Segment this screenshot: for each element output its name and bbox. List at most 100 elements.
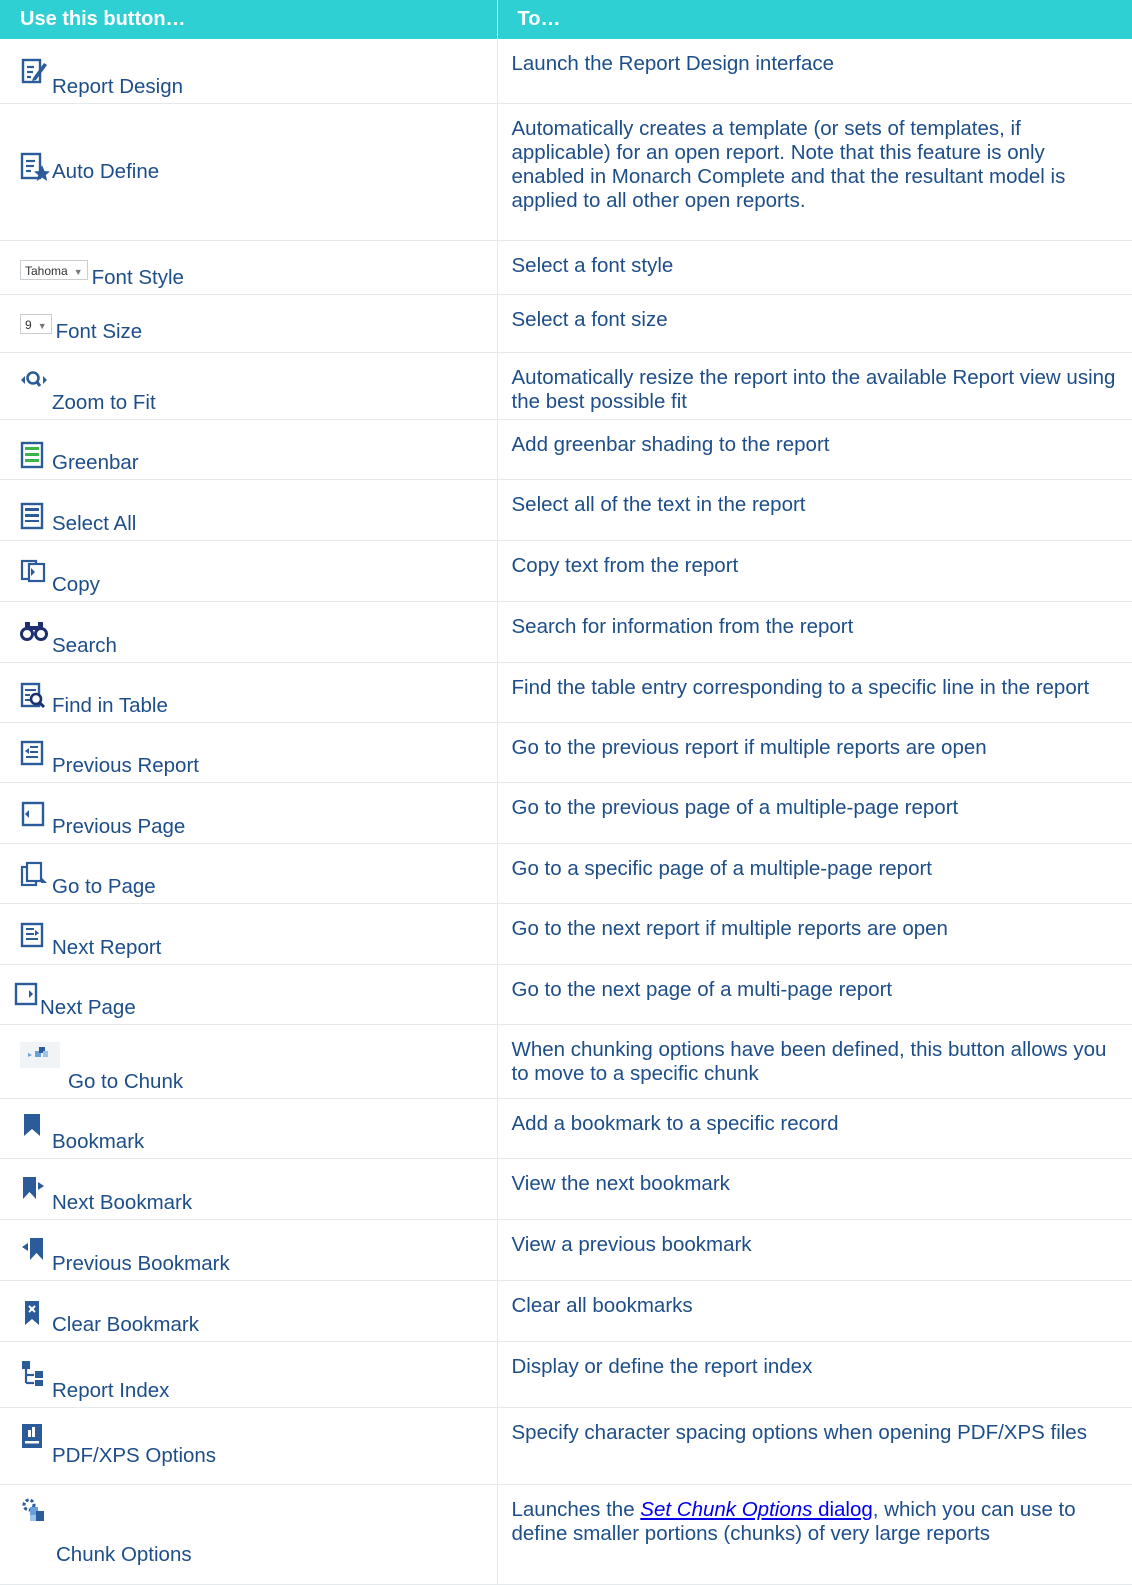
clear-bookmark-label: Clear Bookmark xyxy=(52,1313,199,1336)
table-row: Bookmark Add a bookmark to a specific re… xyxy=(0,1098,1132,1159)
table-row: Next Page Go to the next page of a multi… xyxy=(0,964,1132,1025)
greenbar-description: Add greenbar shading to the report xyxy=(497,419,1132,480)
select-all-label: Select All xyxy=(52,512,137,535)
set-chunk-options-link[interactable]: Set Chunk Options xyxy=(640,1498,812,1521)
previous-report-description: Go to the previous report if multiple re… xyxy=(497,722,1132,783)
table-row: Zoom to Fit Automatically resize the rep… xyxy=(0,352,1132,420)
previous-report-label: Previous Report xyxy=(52,754,199,777)
go-to-chunk-label: Go to Chunk xyxy=(68,1070,184,1093)
table-row: Report Design Launch the Report Design i… xyxy=(0,39,1132,104)
bookmark-icon[interactable] xyxy=(20,1112,48,1140)
select-all-icon[interactable] xyxy=(20,502,48,530)
report-design-description: Launch the Report Design interface xyxy=(497,39,1132,104)
zoom-to-fit-icon[interactable] xyxy=(20,369,48,397)
table-row: Greenbar Add greenbar shading to the rep… xyxy=(0,419,1132,480)
report-index-label: Report Index xyxy=(52,1379,170,1402)
table-row: Go to Chunk When chunking options have b… xyxy=(0,1024,1132,1099)
font-size-label: Font Size xyxy=(55,320,143,343)
go-to-page-icon[interactable] xyxy=(20,861,48,889)
previous-page-description: Go to the previous page of a multiple-pa… xyxy=(497,782,1132,844)
table-row: Tahoma ▼ Font Style Select a font style xyxy=(0,240,1132,295)
search-description: Search for information from the report xyxy=(497,601,1132,663)
report-index-description: Display or define the report index xyxy=(497,1341,1132,1408)
table-row: Auto Define Automatically creates a temp… xyxy=(0,103,1132,241)
previous-bookmark-label: Previous Bookmark xyxy=(52,1252,230,1275)
previous-bookmark-description: View a previous bookmark xyxy=(497,1219,1132,1281)
report-design-label: Report Design xyxy=(52,75,184,98)
go-to-page-label: Go to Page xyxy=(52,875,156,898)
next-report-icon[interactable] xyxy=(20,922,48,950)
clear-bookmark-description: Clear all bookmarks xyxy=(497,1280,1132,1342)
chunk-options-desc-prefix: Launches the xyxy=(511,1498,641,1521)
chunk-options-label: Chunk Options xyxy=(56,1543,192,1566)
find-in-table-icon[interactable] xyxy=(20,682,48,710)
table-row: 9 ▼ Font Size Select a font size xyxy=(0,294,1132,353)
table-row: Previous Report Go to the previous repor… xyxy=(0,722,1132,783)
table-row: Report Index Display or define the repor… xyxy=(0,1341,1132,1408)
next-bookmark-icon[interactable] xyxy=(20,1175,48,1203)
table-row: Go to Page Go to a specific page of a mu… xyxy=(0,843,1132,904)
font-size-value: 9 xyxy=(25,318,32,332)
report-design-icon[interactable] xyxy=(20,57,48,85)
greenbar-label: Greenbar xyxy=(52,451,139,474)
find-in-table-description: Find the table entry corresponding to a … xyxy=(497,662,1132,723)
bookmark-description: Add a bookmark to a specific record xyxy=(497,1098,1132,1159)
chunk-options-description: Launches the Set Chunk Options dialog, w… xyxy=(497,1484,1132,1585)
search-label: Search xyxy=(52,634,117,657)
table-row: Search Search for information from the r… xyxy=(0,601,1132,663)
chunk-options-icon[interactable] xyxy=(20,1497,48,1525)
previous-report-icon[interactable] xyxy=(20,740,48,768)
table-row: Clear Bookmark Clear all bookmarks xyxy=(0,1280,1132,1342)
auto-define-icon[interactable] xyxy=(20,152,50,181)
table-header-row: Use this button… To… xyxy=(0,0,1132,39)
table-row: PDF/XPS Options Specify character spacin… xyxy=(0,1407,1132,1485)
chevron-down-icon: ▼ xyxy=(37,321,47,331)
pdf-xps-options-icon[interactable] xyxy=(20,1422,48,1450)
next-report-label: Next Report xyxy=(52,936,162,959)
next-bookmark-label: Next Bookmark xyxy=(52,1191,193,1214)
font-style-dropdown[interactable]: Tahoma ▼ xyxy=(20,260,88,280)
previous-page-label: Previous Page xyxy=(52,815,186,838)
go-to-page-description: Go to a specific page of a multiple-page… xyxy=(497,843,1132,904)
next-page-label: Next Page xyxy=(40,996,136,1019)
zoom-to-fit-description: Automatically resize the report into the… xyxy=(497,352,1132,420)
auto-define-label: Auto Define xyxy=(52,160,160,183)
table-row: Previous Bookmark View a previous bookma… xyxy=(0,1219,1132,1281)
previous-page-icon[interactable] xyxy=(20,801,48,829)
select-all-description: Select all of the text in the report xyxy=(497,479,1132,541)
clear-bookmark-icon[interactable] xyxy=(20,1299,48,1327)
find-in-table-label: Find in Table xyxy=(52,694,168,717)
header-purpose-column: To… xyxy=(497,0,1132,39)
previous-bookmark-icon[interactable] xyxy=(20,1236,48,1264)
zoom-to-fit-label: Zoom to Fit xyxy=(52,391,156,414)
set-chunk-options-dialog-link[interactable]: dialog xyxy=(812,1498,873,1521)
table-row: Previous Page Go to the previous page of… xyxy=(0,782,1132,844)
pdf-xps-options-label: PDF/XPS Options xyxy=(52,1444,217,1467)
go-to-chunk-icon[interactable] xyxy=(20,1042,60,1068)
chevron-down-icon: ▼ xyxy=(73,267,83,277)
next-report-description: Go to the next report if multiple report… xyxy=(497,903,1132,965)
table-row: Copy Copy text from the report xyxy=(0,540,1132,602)
next-page-description: Go to the next page of a multi-page repo… xyxy=(497,964,1132,1025)
font-style-description: Select a font style xyxy=(497,240,1132,295)
font-size-description: Select a font size xyxy=(497,294,1132,353)
table-row: Next Report Go to the next report if mul… xyxy=(0,903,1132,965)
bookmark-label: Bookmark xyxy=(52,1130,145,1153)
font-style-value: Tahoma xyxy=(25,264,68,278)
copy-label: Copy xyxy=(52,573,100,596)
button-reference-table: Use this button… To… Report Design Launc… xyxy=(0,0,1132,1585)
next-bookmark-description: View the next bookmark xyxy=(497,1158,1132,1220)
font-size-dropdown[interactable]: 9 ▼ xyxy=(20,314,52,334)
table-row: Find in Table Find the table entry corre… xyxy=(0,662,1132,723)
greenbar-icon[interactable] xyxy=(20,441,48,469)
table-row: Next Bookmark View the next bookmark xyxy=(0,1158,1132,1220)
copy-icon[interactable] xyxy=(20,559,48,587)
table-row: Chunk Options Launches the Set Chunk Opt… xyxy=(0,1484,1132,1585)
go-to-chunk-description: When chunking options have been defined,… xyxy=(497,1024,1132,1099)
pdf-xps-options-description: Specify character spacing options when o… xyxy=(497,1407,1132,1485)
font-style-label: Font Style xyxy=(91,266,184,289)
binoculars-icon[interactable] xyxy=(20,620,48,648)
next-page-icon[interactable] xyxy=(14,982,38,1010)
copy-description: Copy text from the report xyxy=(497,540,1132,602)
report-index-icon[interactable] xyxy=(20,1359,48,1387)
